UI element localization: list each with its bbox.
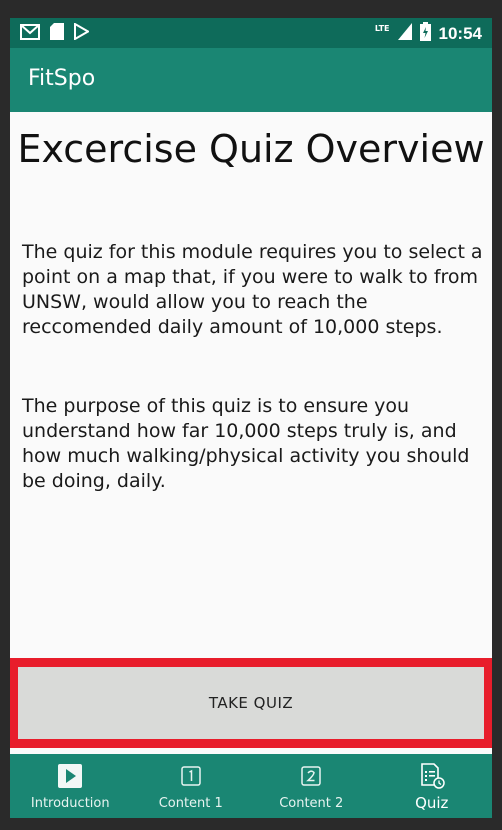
device-frame-bottom	[0, 818, 502, 830]
nav-label-content-1: Content 1	[158, 796, 223, 811]
take-quiz-highlight: TAKE QUIZ	[10, 658, 492, 748]
nav-item-introduction[interactable]: Introduction	[10, 754, 131, 818]
play-store-icon	[74, 22, 91, 44]
status-time: 10:54	[438, 23, 482, 43]
bottom-navigation: Introduction Content 1 Content 2 Quiz	[10, 754, 492, 818]
status-notification-icons	[20, 22, 91, 44]
number-one-icon	[181, 764, 201, 788]
device-frame-top	[0, 0, 502, 18]
sd-card-icon	[50, 23, 64, 44]
phone-screen: LTE 10:54 FitSpo Excercise Quiz Overview…	[10, 18, 492, 818]
quiz-purpose: The purpose of this quiz is to ensure yo…	[22, 395, 470, 492]
number-two-icon	[301, 764, 321, 788]
app-title: FitSpo	[28, 66, 96, 91]
quiz-icon	[419, 763, 445, 789]
device-frame-left	[0, 0, 10, 830]
gmail-icon	[20, 23, 40, 44]
device-frame-right	[492, 0, 502, 830]
signal-icon	[397, 23, 412, 44]
take-quiz-button[interactable]: TAKE QUIZ	[18, 667, 484, 739]
status-system-icons: LTE 10:54	[375, 22, 482, 45]
network-type: LTE	[374, 24, 390, 33]
battery-charging-icon	[419, 22, 431, 45]
page-title: Excercise Quiz Overview	[17, 127, 485, 171]
nav-label-content-2: Content 2	[279, 796, 344, 811]
status-bar: LTE 10:54	[10, 18, 492, 48]
play-icon	[58, 764, 83, 788]
nav-item-quiz[interactable]: Quiz	[372, 754, 493, 818]
quiz-overview-content: Excercise Quiz Overview The quiz for thi…	[10, 112, 492, 658]
nav-label-quiz: Quiz	[415, 794, 449, 812]
nav-label-introduction: Introduction	[30, 796, 110, 811]
quiz-description: The quiz for this module requires you to…	[22, 241, 483, 338]
nav-item-content-1[interactable]: Content 1	[131, 754, 252, 818]
app-bar: FitSpo	[10, 48, 492, 112]
nav-item-content-2[interactable]: Content 2	[251, 754, 372, 818]
